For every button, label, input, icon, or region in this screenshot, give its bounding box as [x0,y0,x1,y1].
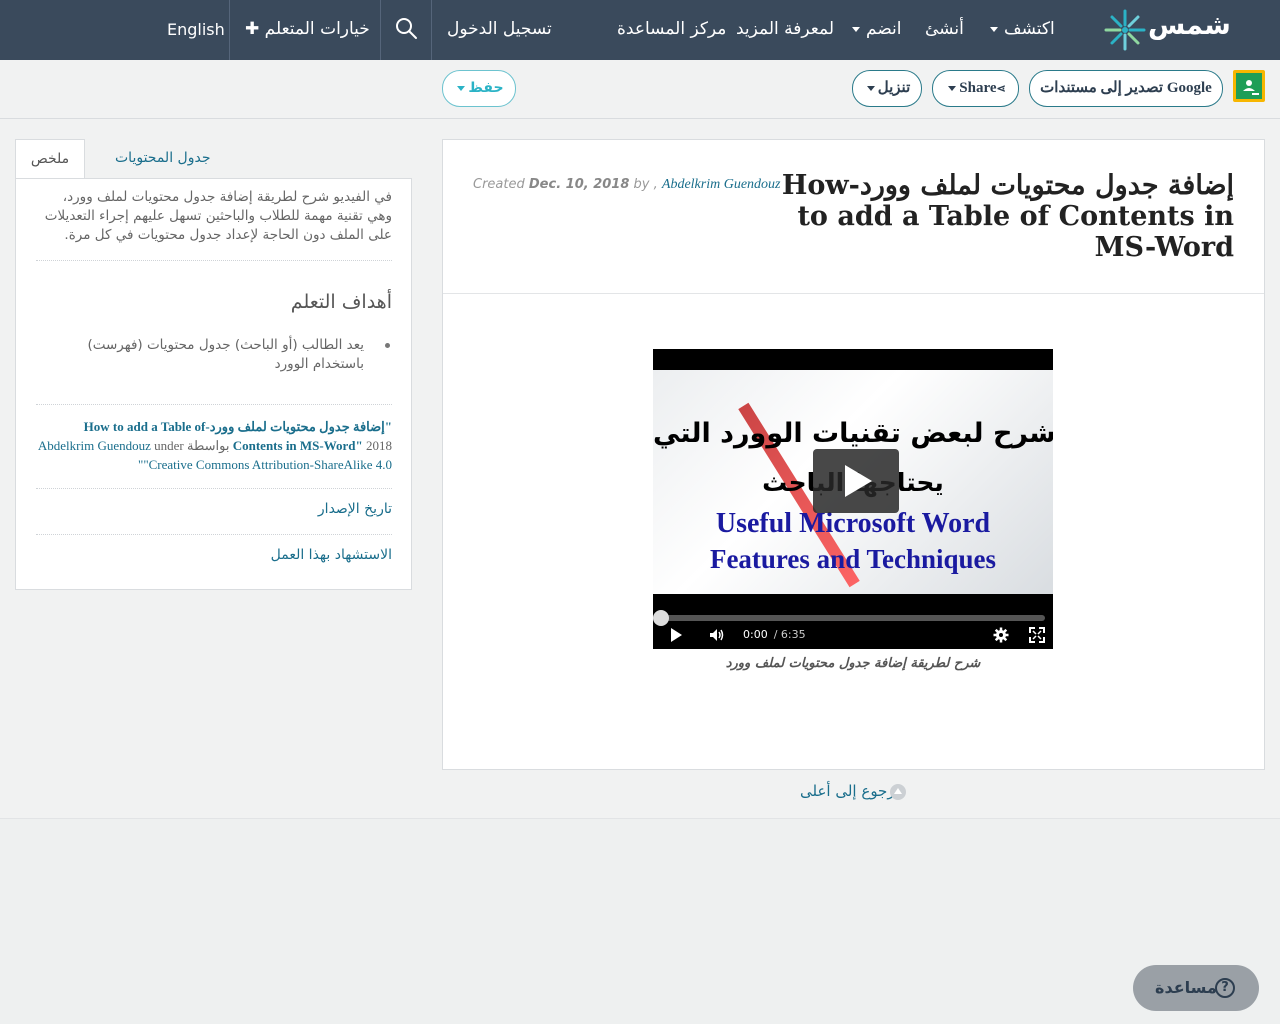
logo-text: شمس [1148,10,1231,41]
nav-join-label: انضم [866,19,902,39]
save-label: حفظ [468,80,504,96]
search-icon[interactable] [394,16,418,40]
sidebar-panel: في الفيديو شرح لطريقة إضافة جدول محتويات… [15,178,412,590]
document-meta: Created Dec. 10, 2018 by , Abdelkrim Gue… [473,177,780,193]
google-classroom-icon[interactable] [1233,70,1265,102]
export-google-docs-button[interactable]: تصدير إلى مستندات Google [1029,70,1223,107]
nav-divider [431,0,432,60]
download-label: تنزيل [877,80,911,96]
video-text-line4: Features and Techniques [709,544,997,574]
nav-learn-more[interactable]: لمعرفة المزيد [736,0,834,60]
version-history-link[interactable]: تاريخ الإصدار [318,501,392,517]
divider [36,260,392,261]
nav-divider [380,0,381,60]
language-switch[interactable]: English [167,0,225,60]
video-caption: شرح لطريقة إضافة جدول محتويات لملف وورد [725,656,981,671]
video-current-time: 0:00 [743,628,768,641]
chevron-down-icon [457,85,466,91]
video-text-line1: شرح لبعض تقنيات الوورد التي [653,418,1053,449]
video-progress-bar[interactable] [661,615,1045,621]
tab-table-of-contents[interactable]: جدول المحتويات [101,139,224,179]
arrow-up-circle-icon[interactable] [890,784,906,800]
share-icon: ⋖ [996,83,1006,95]
divider [36,488,392,489]
chevron-down-icon [866,86,875,92]
video-duration: / 6:35 [773,628,806,641]
title-area: إضافة جدول محتويات لملف وورد-How to add … [443,140,1264,294]
tab-summary[interactable]: ملخص [15,139,85,179]
save-button[interactable]: حفظ [442,70,516,107]
sidebar-tabs: جدول المحتويات ملخص [15,139,412,179]
nav-login[interactable]: تسجيل الدخول [447,0,552,60]
objective-item: يعد الطالب (أو الباحث) جدول محتويات (فهر… [87,337,364,372]
nav-create[interactable]: أنشئ [925,0,964,60]
nav-join[interactable]: انضم [846,0,902,60]
download-button[interactable]: تنزيل [852,70,922,107]
video-time: 0:00 / 6:35 [743,628,806,641]
plus-icon: ✚ [245,19,260,39]
fullscreen-icon[interactable] [1029,627,1045,643]
attribution-author-link[interactable]: Abdelkrim Guendouz [38,438,151,453]
created-label: Created [473,177,525,192]
share-label: Share [959,80,997,96]
created-date: Dec. 10, 2018 [528,177,630,192]
learning-objectives-heading: أهداف التعلم [290,291,392,313]
license-link[interactable]: "Creative Commons Attribution-ShareAlike… [138,457,392,472]
help-button[interactable]: مساعدة ? [1133,965,1259,1011]
nav-divider [229,0,230,60]
content-card: إضافة جدول محتويات لملف وورد-How to add … [442,139,1265,770]
attribution-under: under [154,438,184,453]
chevron-down-icon [990,26,998,32]
volume-icon[interactable] [709,627,725,643]
nav-learner-options[interactable]: ✚ خيارات المتعلم [245,0,370,60]
divider [36,404,392,405]
help-label: مساعدة [1155,978,1217,997]
attribution-year: 2018 [366,438,392,453]
question-icon: ? [1215,978,1235,998]
video-player[interactable]: شرح لبعض تقنيات الوورد التي يحتاجها البا… [653,349,1053,649]
chevron-down-icon [948,86,957,92]
top-navbar: شمس اكتشف أنشئ انضم لمعرفة المزيد مركز ا… [0,0,1280,60]
logo[interactable]: شمس [1104,6,1231,54]
play-icon[interactable] [813,449,899,513]
nav-learner-options-label: خيارات المتعلم [264,19,370,39]
bullet-icon [385,343,390,348]
share-button[interactable]: Share⋖ [932,70,1019,107]
attribution-by: بواسطة [187,438,230,453]
gear-icon[interactable] [993,627,1009,643]
video-progress-handle[interactable] [653,610,669,626]
summary-text: في الفيديو شرح لطريقة إضافة جدول محتويات… [44,189,392,243]
play-icon[interactable] [671,628,682,642]
shams-logo-icon [1104,9,1146,51]
nav-explore[interactable]: اكتشف [984,0,1055,60]
divider [36,534,392,535]
attribution: "إضافة جدول محتويات لملف وورد-How to add… [36,417,392,474]
cite-work-link[interactable]: الاستشهاد بهذا العمل [271,547,392,563]
nav-help-center[interactable]: مركز المساعدة [617,0,726,60]
page-title: إضافة جدول محتويات لملف وورد-How to add … [781,170,1234,263]
nav-explore-label: اكتشف [1004,19,1055,39]
chevron-down-icon [852,26,860,32]
footer-area [0,818,1280,1024]
by-label: by , [633,177,658,192]
back-to-top-link[interactable]: رجوع إلى أعلى [800,782,895,800]
author-link[interactable]: Abdelkrim Guendouz [662,177,781,192]
